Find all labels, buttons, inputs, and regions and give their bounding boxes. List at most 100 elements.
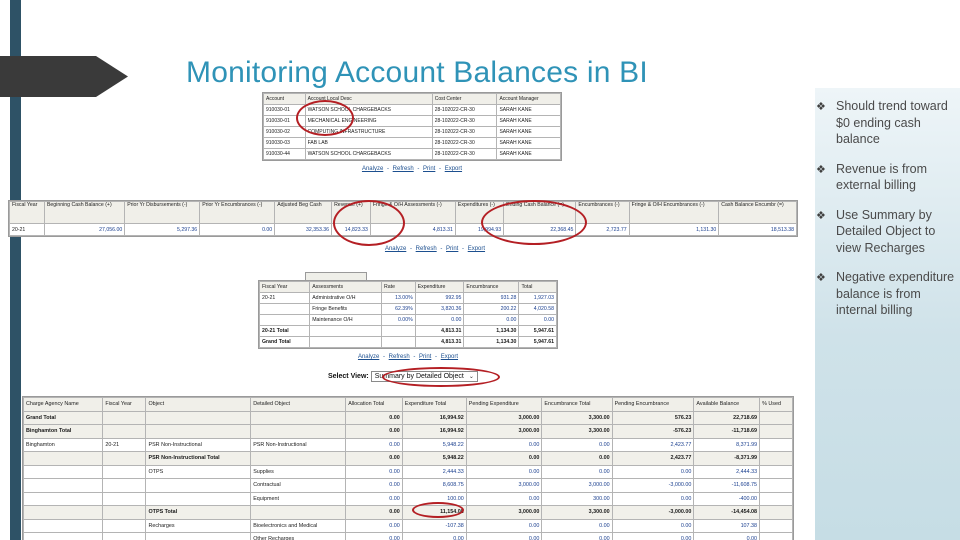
table-row[interactable]: 20-21 Total 4,813.31 1,134.30 5,947.61 — [258, 325, 557, 337]
separator: - — [439, 166, 442, 172]
column-header[interactable]: Ending Cash Balance (=) — [503, 201, 577, 224]
column-header[interactable]: Fiscal Year — [102, 397, 147, 412]
table-cell: Grand Total — [22, 410, 104, 425]
print-link[interactable]: Print — [423, 166, 435, 172]
table-row[interactable]: Grand Total 4,813.31 1,134.30 5,947.61 — [258, 336, 557, 348]
table-row[interactable]: 910030-44 WATSON SCHOOL CHARGEBACKS 28-102… — [263, 148, 561, 160]
column-header[interactable]: Account — [263, 93, 306, 105]
column-header[interactable]: Prior Yr Disbursements (-) — [124, 201, 201, 224]
export-link[interactable]: Export — [441, 354, 458, 360]
table-cell: 931.28 — [463, 292, 520, 304]
table-row[interactable]: OTPS Supplies 0.00 2,444.33 0.00 0.00 0.00 2,44… — [22, 464, 793, 479]
table-row[interactable]: Maintenance O/H 0.00% 0.00 0.00 0.00 — [258, 314, 557, 326]
diamond-bullet-icon: ❖ — [816, 272, 826, 284]
column-header[interactable]: Encumbrance Total — [541, 397, 613, 412]
table-row[interactable]: Recharges Bioelectronics and Medical 0.00-… — [22, 518, 793, 533]
table-cell: WATSON SCHOOL CHARGEBACKS — [304, 148, 433, 160]
column-header[interactable]: Cash Balance Encumbr (=) — [718, 201, 797, 224]
column-header[interactable]: Expenditure Total — [401, 397, 467, 412]
select-view-dropdown[interactable]: Summary by Detailed Object ⌄ — [370, 371, 478, 382]
table-cell: 22,718.69 — [693, 410, 761, 425]
table-cell — [250, 410, 347, 425]
column-header[interactable]: Expenditure — [414, 281, 465, 293]
table-cell — [759, 451, 793, 466]
table-cell: 28-102022-CR-30 — [431, 126, 498, 138]
table-cell: 0.00 — [345, 505, 403, 520]
column-header[interactable]: Charge Agency Name — [22, 397, 104, 412]
column-header[interactable]: Fiscal Year — [258, 281, 311, 293]
table-cell: FAB LAB — [304, 137, 433, 149]
table-cell: OTPS — [145, 464, 252, 479]
table-cell: Equipment — [250, 491, 347, 506]
column-header[interactable]: Detailed Object — [250, 397, 347, 412]
analyze-link[interactable]: Analyze — [362, 166, 383, 172]
column-header[interactable]: Allocation Total — [345, 397, 403, 412]
column-header[interactable]: Expenditures (-) — [454, 201, 505, 224]
analyze-link[interactable]: Analyze — [358, 354, 379, 360]
table-cell: Fringe Benefits — [309, 303, 383, 315]
column-header[interactable]: Prior Yr Encumbrances (-) — [199, 201, 276, 224]
column-header[interactable]: Account Local Desc — [304, 93, 433, 105]
table-row[interactable]: Equipment 0.00 100.00 0.00 300.00 0.00 -400.00 — [22, 491, 793, 506]
table-row[interactable]: Contractual 0.00 8,608.75 3,000.00 3,000.00-… — [22, 478, 793, 493]
table-row[interactable]: Binghamton Total 0.00 16,994.92 3,000.00 3,3… — [22, 424, 793, 439]
table-cell: -3,000.00 — [611, 505, 695, 520]
table-cell: PSR Non-Instructional — [250, 437, 347, 452]
table-cell: 8,608.75 — [401, 478, 467, 493]
print-link[interactable]: Print — [419, 354, 431, 360]
table-row[interactable]: 910030-03 FAB LAB 28-102022-CR-30 SARAH KAN… — [263, 137, 561, 149]
table-row[interactable]: 20-21 27,056.00 5,297.36 0.00 32,353.36 14,82… — [9, 223, 797, 236]
column-header[interactable]: Object — [145, 397, 252, 412]
print-link[interactable]: Print — [446, 246, 458, 252]
table-row[interactable]: Other Recharges 0.00 0.00 0.00 0.00 0.00 0.00 — [22, 532, 793, 540]
diamond-bullet-icon: ❖ — [816, 163, 826, 176]
refresh-link[interactable]: Refresh — [416, 246, 437, 252]
table-cell: 992.95 — [414, 292, 465, 304]
select-view-control[interactable]: Select View: Summary by Detailed Object … — [328, 371, 478, 382]
table-cell: 0.00 — [199, 223, 276, 236]
column-header[interactable]: Rate — [381, 281, 416, 293]
table-row[interactable]: Grand Total 0.00 16,994.92 3,000.00 3,300.00… — [22, 410, 793, 425]
column-header[interactable]: Assessments — [309, 281, 383, 293]
column-header[interactable]: Cost Center — [431, 93, 498, 105]
table-cell — [759, 464, 793, 479]
table-row[interactable]: Binghamton 20-21 PSR Non-Instructional PSR … — [22, 437, 793, 452]
table-cell: 0.00 — [465, 532, 543, 540]
column-header[interactable]: Beginning Cash Balance (+) — [43, 201, 126, 224]
column-header[interactable]: Total — [518, 281, 557, 293]
table-cell: -576.23 — [611, 424, 695, 439]
table-row[interactable]: PSR Non-Instructional Total 0.00 5,948.22 0… — [22, 451, 793, 466]
refresh-link[interactable]: Refresh — [393, 166, 414, 172]
table-cell: Grand Total — [258, 336, 311, 348]
diamond-bullet-icon: ❖ — [816, 101, 826, 113]
table-cell: 1,134.30 — [463, 325, 520, 337]
export-link[interactable]: Export — [445, 166, 462, 172]
analyze-link[interactable]: Analyze — [385, 246, 406, 252]
export-link[interactable]: Export — [468, 246, 485, 252]
column-header[interactable]: Adjusted Beg Cash — [274, 201, 333, 224]
table-cell: 910030-02 — [263, 126, 306, 138]
list-item: ❖ Negative expenditure balance is from i… — [816, 269, 956, 319]
column-header[interactable]: Pending Encumbrance — [611, 397, 695, 412]
column-header[interactable]: Fiscal Year — [9, 201, 45, 224]
column-header[interactable]: Encumbrance — [463, 281, 520, 293]
table-cell: -14,454.08 — [693, 505, 761, 520]
select-view-value: Summary by Detailed Object — [374, 373, 464, 380]
column-header[interactable]: Encumbrances (-) — [575, 201, 630, 224]
table-row[interactable]: Fringe Benefits 62.39% 3,820.36 200.22 4,020… — [258, 303, 557, 315]
table-row[interactable]: 910030-01 WATSON SCHOOL CHARGEBACKS 28-102… — [263, 104, 561, 116]
table-row[interactable]: 910030-02 COMPUTING INFRASTRUCTURE 28-1020… — [263, 126, 561, 138]
refresh-link[interactable]: Refresh — [389, 354, 410, 360]
column-header[interactable]: Fringe & O/H Encumbrances (-) — [628, 201, 720, 224]
column-header[interactable]: Available Balance — [693, 397, 761, 412]
column-header[interactable]: Revenue (+) — [331, 201, 371, 224]
table-row[interactable]: 910030-01 MECHANICAL ENGINEERING 28-102022… — [263, 115, 561, 127]
table-row[interactable]: 20-21 Administrative O/H 13.00% 992.95 931.2… — [258, 292, 557, 304]
table-cell — [381, 336, 416, 348]
column-header[interactable]: Fringe & O/H Assessments (-) — [369, 201, 456, 224]
table-cell: SARAH KANE — [496, 148, 561, 160]
column-header[interactable]: Pending Expenditure — [465, 397, 543, 412]
column-header[interactable]: Account Manager — [496, 93, 561, 105]
table-row[interactable]: OTPS Total 0.00 11,154.08 3,000.00 3,300.00-… — [22, 505, 793, 520]
column-header[interactable]: % Used — [759, 397, 793, 412]
